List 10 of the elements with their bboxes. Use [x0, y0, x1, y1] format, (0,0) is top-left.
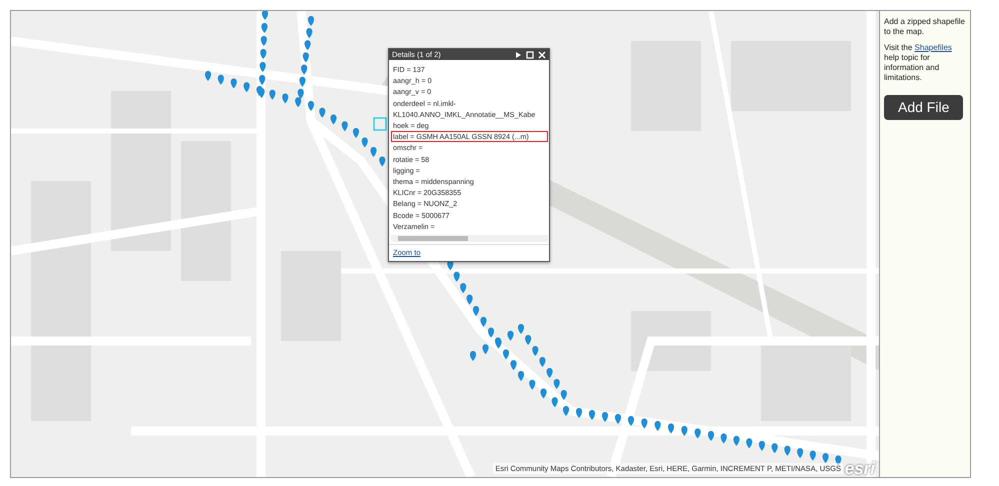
selection-highlight — [373, 117, 387, 131]
add-file-button[interactable]: Add File — [884, 95, 964, 120]
help-text: Visit the Shapefiles help topic for information and limitations. — [884, 43, 953, 83]
close-icon[interactable] — [538, 50, 546, 58]
map-logo: esri — [844, 460, 875, 477]
intro-text: Add a zipped shapefile to the map. — [884, 17, 966, 37]
maximize-icon[interactable] — [526, 50, 534, 58]
shapefiles-link[interactable]: Shapefiles — [914, 43, 952, 52]
next-icon[interactable] — [514, 50, 522, 58]
horizontal-scrollbar[interactable] — [391, 235, 548, 242]
